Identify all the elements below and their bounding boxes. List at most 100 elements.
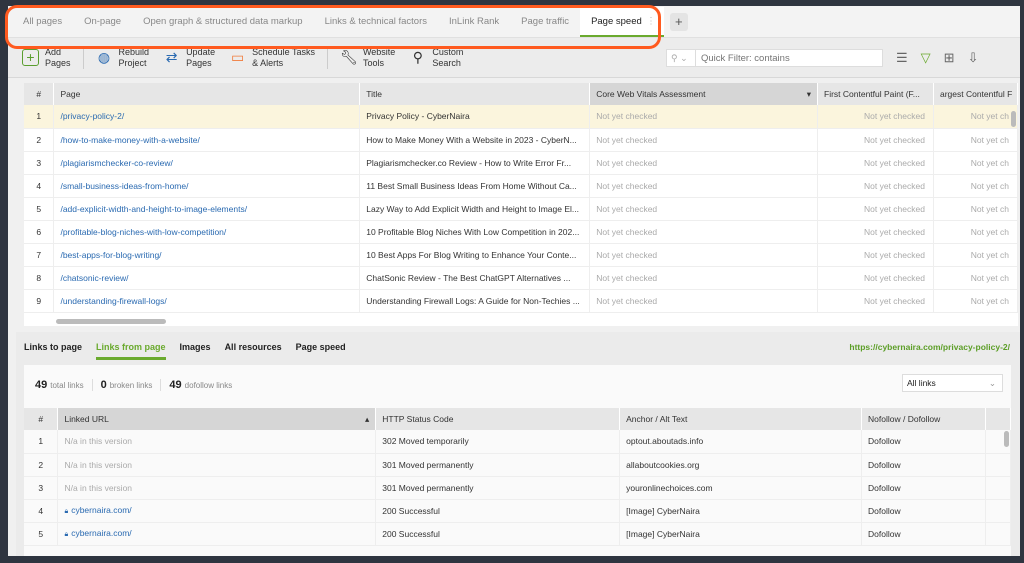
details-tab-links-to-page[interactable]: Links to page (24, 342, 82, 360)
page-link[interactable]: /small-business-ideas-from-home/ (53, 174, 361, 198)
quick-filter: ⚲ ⌄ (666, 49, 883, 67)
table-row[interactable]: 4 /small-business-ideas-from-home/ 11 Be… (24, 174, 1018, 198)
table-row[interactable]: 1 /privacy-policy-2/ Privacy Policy - Cy… (24, 105, 1018, 129)
selected-page-url[interactable]: https://cybernaira.com/privacy-policy-2/ (849, 342, 1010, 352)
page-title: Privacy Policy - CyberNaira (359, 105, 591, 129)
row-number: 1 (24, 430, 59, 454)
schedule-tasks-button[interactable]: ▭ Schedule Tasks & Alerts (229, 47, 315, 69)
row-number: 4 (24, 174, 55, 198)
update-pages-button[interactable]: ⇄ Update Pages (163, 47, 215, 69)
table-row[interactable]: 2 N/a in this version 301 Moved permanen… (24, 453, 1012, 477)
label: Search (432, 57, 461, 68)
label: Project (118, 57, 147, 68)
row-number: 4 (24, 499, 59, 523)
vertical-scrollbar[interactable] (1011, 111, 1016, 127)
header-row: # Page Title Core Web Vitals Assessment ▾ Fir… (24, 83, 1018, 105)
table-row[interactable]: 6 /profitable-blog-niches-with-low-compe… (24, 220, 1018, 244)
tab-page-traffic[interactable]: Page traffic (510, 7, 580, 37)
http-status: 302 Moved temporarily (375, 430, 621, 454)
table-row[interactable]: 9 /understanding-firewall-logs/ Understa… (24, 289, 1018, 313)
page-link[interactable]: /privacy-policy-2/ (53, 105, 361, 129)
linked-url: N/a in this version (57, 476, 377, 500)
table-row[interactable]: 8 /chatsonic-review/ ChatSonic Review - … (24, 266, 1018, 290)
label: & Alerts (252, 57, 284, 68)
vertical-scrollbar[interactable] (1004, 431, 1009, 447)
custom-search-button[interactable]: ⚲ Custom Search (409, 47, 464, 69)
linked-url[interactable]: 🔒︎ cybernaira.com/ (57, 522, 377, 546)
column-header[interactable]: Anchor / Alt Text (619, 408, 863, 430)
column-header[interactable]: HTTP Status Code (375, 408, 621, 430)
column-header[interactable]: Nofollow / Dofollow (861, 408, 986, 430)
anchor-text: [Image] CyberNaira (619, 522, 863, 546)
sort-desc-icon[interactable]: ▾ (807, 89, 811, 100)
row-number: 7 (24, 243, 55, 267)
label: Schedule Tasks (252, 46, 315, 57)
app-window: All pages On-page Open graph & structured … (5, 5, 1020, 556)
export-icon[interactable]: ⇩ (968, 50, 979, 66)
page-link[interactable]: /how-to-make-money-with-a-website/ (53, 128, 361, 152)
tab-links-technical-factors[interactable]: Links & technical factors (314, 7, 438, 37)
cwv-status: Not yet checked (589, 174, 818, 198)
table-row[interactable]: 3 /plagiarismchecker-co-review/ Plagiari… (24, 151, 1018, 175)
http-status: 200 Successful (375, 499, 621, 523)
follow-type: Dofollow (861, 499, 986, 523)
horizontal-scrollbar[interactable] (56, 319, 166, 324)
filter-mode-select[interactable]: ⚲ ⌄ (666, 49, 696, 67)
tab-on-page[interactable]: On-page (73, 7, 132, 37)
add-pages-button[interactable]: + Add Pages (22, 47, 71, 69)
details-tab-images[interactable]: Images (180, 342, 211, 360)
table-row[interactable]: 7 /best-apps-for-blog-writing/ 10 Best A… (24, 243, 1018, 267)
column-header[interactable]: Title (359, 83, 591, 105)
search-icon: ⚲ (412, 49, 423, 65)
label: Website (362, 46, 396, 57)
cwv-status: Not yet checked (589, 128, 818, 152)
list-icon[interactable]: ☰ (896, 50, 908, 66)
table-row[interactable]: 1 N/a in this version 302 Moved temporar… (24, 430, 1012, 454)
divider (82, 46, 84, 69)
table-row[interactable]: 5 /add-explicit-width-and-height-to-imag… (24, 197, 1018, 221)
page-link[interactable]: /chatsonic-review/ (53, 266, 361, 290)
table-row[interactable]: 3 N/a in this version 301 Moved permanen… (24, 476, 1012, 500)
label: Update (186, 46, 216, 57)
quick-filter-input[interactable] (696, 49, 883, 67)
column-header[interactable]: First Contentful Paint (F... (817, 83, 934, 105)
page-link[interactable]: /understanding-firewall-logs/ (53, 289, 361, 313)
page-link[interactable]: /best-apps-for-blog-writing/ (53, 243, 361, 267)
column-header[interactable]: Page (53, 83, 361, 105)
column-header[interactable]: # (24, 83, 55, 105)
details-tab-all-resources[interactable]: All resources (225, 342, 282, 360)
add-tab-button[interactable]: + (669, 13, 688, 31)
tab-all-pages[interactable]: All pages (12, 7, 73, 37)
fcp-status: Not yet checked (817, 128, 934, 152)
table-row[interactable]: 5 🔒︎ cybernaira.com/ 200 Successful [Imag… (24, 522, 1012, 546)
tab-open-graph-structured-data-markup[interactable]: Open graph & structured data markup (132, 7, 313, 37)
label: Pages (186, 57, 212, 68)
http-status: 301 Moved permanently (375, 476, 621, 500)
rebuild-project-button[interactable]: ◍ Rebuild Project (96, 47, 149, 69)
page-link[interactable]: /plagiarismchecker-co-review/ (53, 151, 361, 175)
column-header[interactable]: Core Web Vitals Assessment ▾ (589, 83, 818, 105)
tab-menu-icon[interactable]: ⋮ (646, 7, 656, 37)
tab-inlink-rank[interactable]: InLink Rank (438, 7, 510, 37)
details-tab-links-from-page[interactable]: Links from page (96, 342, 166, 360)
column-header[interactable]: # (24, 408, 59, 430)
linked-url[interactable]: 🔒︎ cybernaira.com/ (57, 499, 377, 523)
page-link[interactable]: /profitable-blog-niches-with-low-competi… (53, 220, 361, 244)
cwv-status: Not yet checked (589, 151, 818, 175)
tab-page-speed[interactable]: Page speed ⋮ (580, 7, 664, 37)
table-row[interactable]: 4 🔒︎ cybernaira.com/ 200 Successful [Imag… (24, 499, 1012, 523)
page-title: 10 Profitable Blog Niches With Low Compe… (359, 220, 591, 244)
links-filter-dropdown[interactable]: All links ⌄ (902, 374, 1003, 392)
table-row[interactable]: 2 /how-to-make-money-with-a-website/ How… (24, 128, 1018, 152)
website-tools-button[interactable]: 🔧︎ Website Tools (340, 47, 395, 69)
column-header[interactable]: argest Contentful F (933, 83, 1018, 105)
column-header[interactable]: Linked URL ▴ (57, 408, 377, 430)
page-title: 10 Best Apps For Blog Writing to Enhance… (359, 243, 591, 267)
details-tab-page-speed[interactable]: Page speed (296, 342, 346, 360)
sort-asc-icon[interactable]: ▴ (365, 414, 369, 425)
page-link[interactable]: /add-explicit-width-and-height-to-image-… (53, 197, 361, 221)
anchor-text: youronlinechoices.com (619, 476, 863, 500)
filter-icon[interactable]: ▽ (921, 50, 931, 66)
fcp-status: Not yet checked (817, 174, 934, 198)
grid-icon[interactable]: ⊞ (944, 50, 955, 66)
